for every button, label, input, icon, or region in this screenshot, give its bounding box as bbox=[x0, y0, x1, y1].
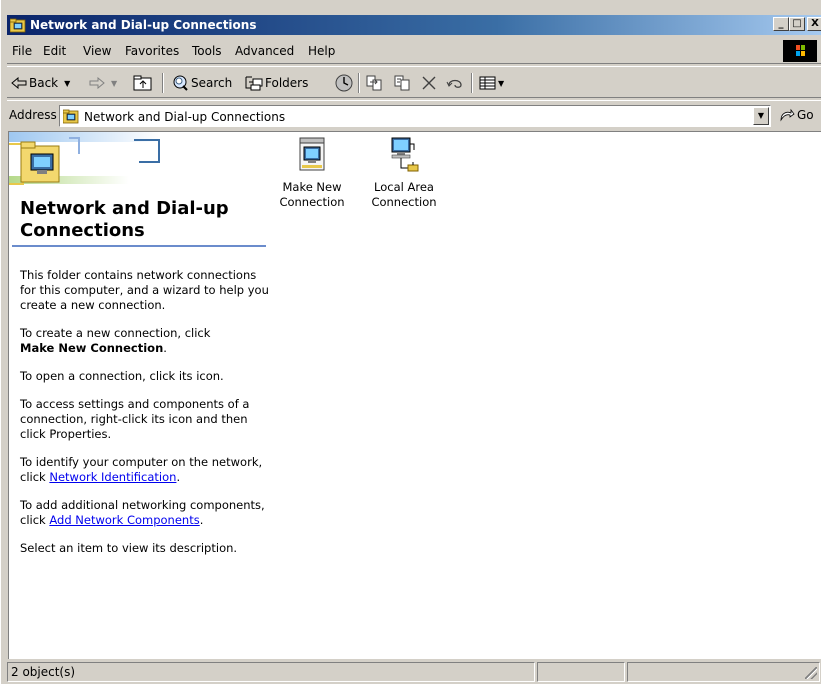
search-label: Search bbox=[191, 76, 233, 90]
minimize-button[interactable]: _ bbox=[773, 17, 789, 31]
go-button[interactable]: Go bbox=[779, 107, 814, 123]
make-new-connection-item[interactable]: Make New Connection bbox=[267, 136, 357, 210]
panel-title: Network and Dial-up Connections bbox=[20, 198, 229, 241]
back-arrow-icon bbox=[11, 77, 27, 89]
windows-logo bbox=[783, 40, 817, 62]
add-hint: To add additional networking components,… bbox=[20, 498, 270, 528]
menu-tools[interactable]: Tools bbox=[192, 44, 222, 58]
up-folder-icon bbox=[133, 75, 152, 91]
forward-dropdown-icon[interactable]: ▼ bbox=[111, 79, 117, 88]
go-arrow-icon bbox=[780, 108, 795, 122]
toolbar-separator bbox=[471, 73, 473, 93]
toolbar-separator bbox=[358, 73, 360, 93]
add-hint-suffix: . bbox=[199, 513, 204, 527]
copy-to-icon bbox=[394, 75, 410, 91]
explorer-window: Network and Dial-up Connections _ □ X Fi… bbox=[0, 0, 821, 684]
standard-toolbar: Back ▼ ▼ Search Folders ▼ bbox=[7, 66, 821, 98]
title-bar[interactable]: Network and Dial-up Connections _ □ X bbox=[7, 15, 821, 35]
address-field[interactable]: Network and Dial-up Connections ▼ bbox=[59, 105, 771, 127]
menu-edit[interactable]: Edit bbox=[43, 44, 66, 58]
menu-advanced[interactable]: Advanced bbox=[235, 44, 294, 58]
local-area-connection-icon bbox=[391, 137, 419, 172]
maximize-button[interactable]: □ bbox=[789, 17, 805, 31]
create-hint-bold: Make New Connection bbox=[20, 341, 164, 355]
local-area-line2: Connection bbox=[371, 195, 437, 209]
intro-text: This folder contains network connections… bbox=[20, 268, 269, 312]
views-icon bbox=[479, 76, 496, 90]
identify-hint-suffix: . bbox=[176, 470, 181, 484]
move-to-icon bbox=[366, 75, 382, 91]
create-hint-text: To create a new connection, click bbox=[20, 326, 211, 340]
select-hint: Select an item to view its description. bbox=[20, 541, 238, 555]
window-title: Network and Dial-up Connections bbox=[30, 18, 257, 32]
address-dropdown-button[interactable]: ▼ bbox=[753, 107, 769, 125]
status-bar: 2 object(s) bbox=[7, 660, 821, 684]
identify-hint: To identify your computer on the network… bbox=[20, 455, 270, 485]
network-identification-link[interactable]: Network Identification bbox=[49, 470, 176, 484]
views-dropdown-icon[interactable]: ▼ bbox=[498, 79, 504, 88]
undo-icon bbox=[446, 79, 462, 88]
back-label: Back bbox=[29, 76, 59, 90]
panel-description: This folder contains network connections… bbox=[20, 268, 270, 569]
make-new-connection-icon bbox=[299, 137, 325, 171]
delete-button[interactable] bbox=[421, 72, 437, 94]
create-hint-suffix: . bbox=[163, 341, 167, 355]
forward-button[interactable]: ▼ bbox=[89, 72, 117, 94]
create-hint: To create a new connection, click Make Ne… bbox=[20, 326, 270, 356]
menu-help[interactable]: Help bbox=[308, 44, 335, 58]
back-dropdown-icon[interactable]: ▼ bbox=[64, 79, 70, 88]
make-new-line2: Connection bbox=[279, 195, 345, 209]
folder-view[interactable]: Network and Dial-up Connections This fol… bbox=[8, 131, 821, 659]
history-icon bbox=[335, 74, 353, 92]
title-divider bbox=[12, 245, 266, 247]
search-icon bbox=[173, 75, 188, 91]
open-hint: To open a connection, click its icon. bbox=[20, 369, 224, 383]
copy-to-button[interactable] bbox=[393, 72, 413, 94]
address-value: Network and Dial-up Connections bbox=[84, 110, 286, 124]
history-button[interactable] bbox=[334, 72, 354, 94]
folders-label: Folders bbox=[265, 76, 309, 90]
address-bar: Address Network and Dial-up Connections … bbox=[7, 100, 821, 130]
undo-button[interactable] bbox=[445, 72, 465, 94]
folders-icon bbox=[245, 76, 263, 91]
web-view-panel: Network and Dial-up Connections This fol… bbox=[9, 132, 269, 660]
folder-banner-graphic bbox=[9, 132, 160, 185]
local-area-line1: Local Area bbox=[374, 180, 434, 194]
resize-grip[interactable] bbox=[805, 667, 817, 679]
menu-favorites[interactable]: Favorites bbox=[125, 44, 179, 58]
status-size-pane bbox=[537, 662, 625, 682]
network-folder-icon bbox=[63, 109, 79, 124]
menu-bar: File Edit View Favorites Tools Advanced … bbox=[7, 38, 821, 64]
go-label: Go bbox=[797, 108, 814, 122]
network-folder-icon bbox=[10, 18, 26, 33]
make-new-line1: Make New bbox=[282, 180, 342, 194]
status-object-count: 2 object(s) bbox=[7, 662, 535, 682]
add-network-components-link[interactable]: Add Network Components bbox=[49, 513, 199, 527]
search-button[interactable]: Search bbox=[171, 72, 232, 94]
up-folder-button[interactable] bbox=[133, 72, 153, 94]
move-to-button[interactable] bbox=[365, 72, 385, 94]
close-button[interactable]: X bbox=[807, 17, 821, 31]
delete-icon bbox=[422, 76, 436, 90]
menu-view[interactable]: View bbox=[83, 44, 111, 58]
settings-hint: To access settings and components of a c… bbox=[20, 397, 250, 441]
address-label: Address bbox=[9, 108, 57, 122]
local-area-connection-item[interactable]: Local Area Connection bbox=[359, 136, 449, 210]
folders-button[interactable]: Folders bbox=[245, 72, 308, 94]
toolbar-separator bbox=[162, 73, 164, 93]
forward-arrow-icon bbox=[89, 77, 105, 89]
status-zone-pane bbox=[627, 662, 820, 682]
back-button[interactable]: Back ▼ bbox=[11, 72, 70, 94]
menu-file[interactable]: File bbox=[12, 44, 32, 58]
views-button[interactable]: ▼ bbox=[479, 72, 504, 94]
